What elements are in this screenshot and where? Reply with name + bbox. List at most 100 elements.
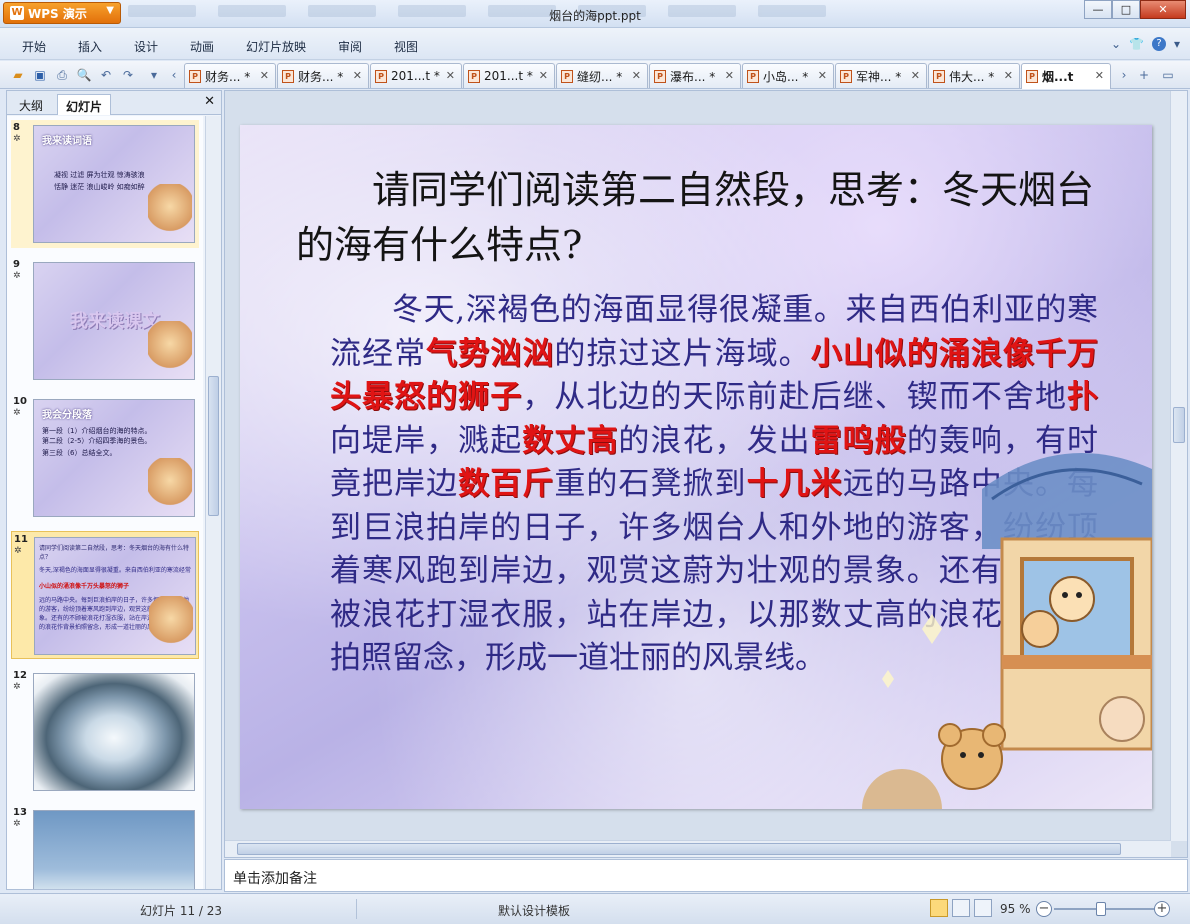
menu-view[interactable]: 视图: [394, 38, 418, 55]
ppt-file-icon: P: [1026, 70, 1038, 83]
slide-sorter-view-icon[interactable]: [952, 899, 970, 917]
doc-tab[interactable]: P 缝纫... * ✕: [556, 63, 648, 88]
design-template-label[interactable]: 默认设计模板: [498, 902, 570, 919]
notes-input[interactable]: 单击添加备注: [224, 859, 1188, 892]
ppt-file-icon: P: [747, 69, 759, 83]
open-folder-icon[interactable]: ▰: [10, 67, 26, 83]
doc-tab[interactable]: P 201...t * ✕: [463, 63, 555, 88]
doc-tab-label: 伟大... *: [949, 69, 995, 84]
collapse-ribbon-icon[interactable]: ⌄: [1111, 37, 1121, 51]
slide-thumbnail-selected[interactable]: 11 ✲ 请同学们阅读第二自然段，思考：冬天烟台的海有什么特点？ 冬天,深褐色的…: [11, 531, 199, 659]
close-tab-icon[interactable]: ✕: [446, 69, 455, 82]
save-icon[interactable]: ▣: [32, 67, 48, 83]
vertical-scroll-thumb[interactable]: [1173, 407, 1185, 443]
animation-star-icon: ✲: [13, 134, 21, 144]
slide-thumbnail[interactable]: 9 ✲ 我来读课文: [11, 257, 199, 385]
cartoon-image: [148, 184, 192, 240]
menu-insert[interactable]: 插入: [78, 38, 102, 55]
animation-star-icon: ✲: [13, 682, 21, 692]
print-icon[interactable]: ⎙: [54, 67, 70, 83]
skin-shirt-icon[interactable]: 👕: [1129, 37, 1144, 51]
doc-tab-label: 201...t *: [484, 69, 533, 83]
tabs-scroll-right-icon[interactable]: ›: [1116, 67, 1132, 83]
quick-toolbar: ▰ ▣ ⎙ 🔍 ↶ ↷ ▾ ‹ P 财务... * ✕ P 财务... * ✕ P 201…: [0, 61, 1190, 89]
cartoon-animals-decoration: [862, 453, 1152, 809]
slides-panel: 大纲 幻灯片 ✕ 8 ✲ 我来读词语 凝视 过滤 屏为壮观 惊涛骇浪 恬静 迷茫…: [6, 90, 222, 890]
body-text: 向堤岸，溅起: [330, 422, 523, 459]
menu-animation[interactable]: 动画: [190, 38, 214, 55]
tab-slides[interactable]: 幻灯片: [57, 94, 112, 115]
new-tab-icon[interactable]: +: [1136, 67, 1152, 83]
body-text: 重的石凳掀到: [554, 466, 747, 502]
menu-design[interactable]: 设计: [134, 38, 158, 55]
slide-thumbnail[interactable]: 13 ✲: [11, 805, 199, 889]
doc-tab[interactable]: P 财务... * ✕: [277, 63, 369, 88]
close-tab-icon[interactable]: ✕: [911, 69, 920, 82]
thumb-line: 恬静 迷茫 浪山峻岭 如痴如醉: [54, 183, 145, 191]
minimize-button[interactable]: —: [1084, 0, 1112, 19]
doc-tab-label: 军神... *: [856, 69, 902, 84]
tabs-scroll-left-icon[interactable]: ‹: [166, 67, 182, 83]
close-tab-icon[interactable]: ✕: [1004, 69, 1013, 82]
thumb-text: 小山似的涌浪像千万头暴怒的狮子: [39, 583, 130, 590]
maximize-button[interactable]: □: [1112, 0, 1140, 19]
redo-icon[interactable]: ↷: [120, 67, 136, 83]
close-tab-icon[interactable]: ✕: [725, 69, 734, 82]
panel-scrollbar[interactable]: [205, 116, 221, 889]
panel-tabs: 大纲 幻灯片 ✕: [7, 91, 221, 115]
window-title: 烟台的海ppt.ppt: [549, 9, 641, 23]
doc-tab[interactable]: P 财务... * ✕: [184, 63, 276, 88]
menu-review[interactable]: 审阅: [338, 38, 362, 55]
doc-tab-label: 瀑布... *: [670, 69, 716, 84]
thumb-title: 我来读词语: [42, 136, 92, 147]
close-tab-icon[interactable]: ✕: [818, 69, 827, 82]
doc-tab[interactable]: P 伟大... * ✕: [928, 63, 1020, 88]
normal-view-icon[interactable]: [930, 899, 948, 917]
slide-thumbnail[interactable]: 8 ✲ 我来读词语 凝视 过滤 屏为壮观 惊涛骇浪 恬静 迷茫 浪山峻岭 如痴如…: [11, 120, 199, 248]
highlight-text: 十几米: [746, 466, 843, 502]
slide-number: 11: [14, 534, 28, 545]
help-icon[interactable]: ?: [1151, 37, 1166, 51]
menu-home[interactable]: 开始: [22, 38, 46, 55]
doc-tab[interactable]: P 201...t * ✕: [370, 63, 462, 88]
body-text: 的浪花，发出: [618, 422, 811, 459]
horizontal-scroll-thumb[interactable]: [237, 843, 1121, 855]
close-panel-icon[interactable]: ✕: [204, 94, 215, 109]
slide-vertical-scrollbar[interactable]: [1170, 91, 1187, 841]
divider: [356, 899, 357, 919]
close-tab-icon[interactable]: ✕: [1095, 69, 1104, 82]
doc-tab-active[interactable]: P 烟...t ✕: [1021, 63, 1111, 89]
body-text: ，从北边的天际前赴后继、锲而不舍地: [522, 379, 1068, 415]
slide-thumbnail[interactable]: 10 ✲ 我会分段落 第一段（1）介绍烟台的海的特点。 第二段（2-5）介绍四季…: [11, 394, 199, 522]
close-tab-icon[interactable]: ✕: [353, 69, 362, 82]
doc-tab[interactable]: P 小岛... * ✕: [742, 63, 834, 88]
ppt-file-icon: P: [375, 69, 387, 83]
doc-tab[interactable]: P 军神... * ✕: [835, 63, 927, 88]
menu-bar: 开始 插入 设计 动画 幻灯片放映 审阅 视图 ⌄ 👕 ? ▾: [0, 28, 1190, 60]
highlight-text: 气势汹汹: [426, 335, 555, 372]
zoom-slider-thumb[interactable]: [1096, 902, 1106, 916]
slide-thumbnail[interactable]: 12 ✲: [11, 668, 199, 796]
slide-number: 10: [13, 396, 27, 407]
help-dropdown-icon[interactable]: ▾: [1174, 37, 1180, 51]
zoom-out-icon[interactable]: −: [1036, 901, 1052, 917]
menu-slideshow[interactable]: 幻灯片放映: [246, 38, 306, 55]
close-tab-icon[interactable]: ✕: [260, 69, 269, 82]
close-window-button[interactable]: ✕: [1140, 0, 1186, 19]
tab-outline[interactable]: 大纲: [11, 94, 51, 115]
doc-tab[interactable]: P 瀑布... * ✕: [649, 63, 741, 88]
zoom-in-icon[interactable]: +: [1154, 901, 1170, 917]
customize-toolbar-icon[interactable]: ▾: [146, 67, 162, 83]
slideshow-view-icon[interactable]: [974, 899, 992, 917]
slide-horizontal-scrollbar[interactable]: [225, 840, 1171, 857]
thumb-title: 我会分段落: [42, 410, 92, 421]
print-preview-icon[interactable]: 🔍: [76, 67, 92, 83]
panel-scroll-thumb[interactable]: [208, 376, 219, 516]
close-tab-icon[interactable]: ✕: [539, 69, 548, 82]
undo-icon[interactable]: ↶: [98, 67, 114, 83]
current-slide[interactable]: 请同学们阅读第二自然段，思考：冬天烟台的海有什么特点? 冬天,深褐色的海面显得很…: [240, 125, 1152, 809]
tab-list-icon[interactable]: ▭: [1160, 67, 1176, 83]
slide-question[interactable]: 请同学们阅读第二自然段，思考：冬天烟台的海有什么特点?: [296, 163, 1096, 273]
close-tab-icon[interactable]: ✕: [632, 69, 641, 82]
cartoon-image: [148, 321, 192, 377]
